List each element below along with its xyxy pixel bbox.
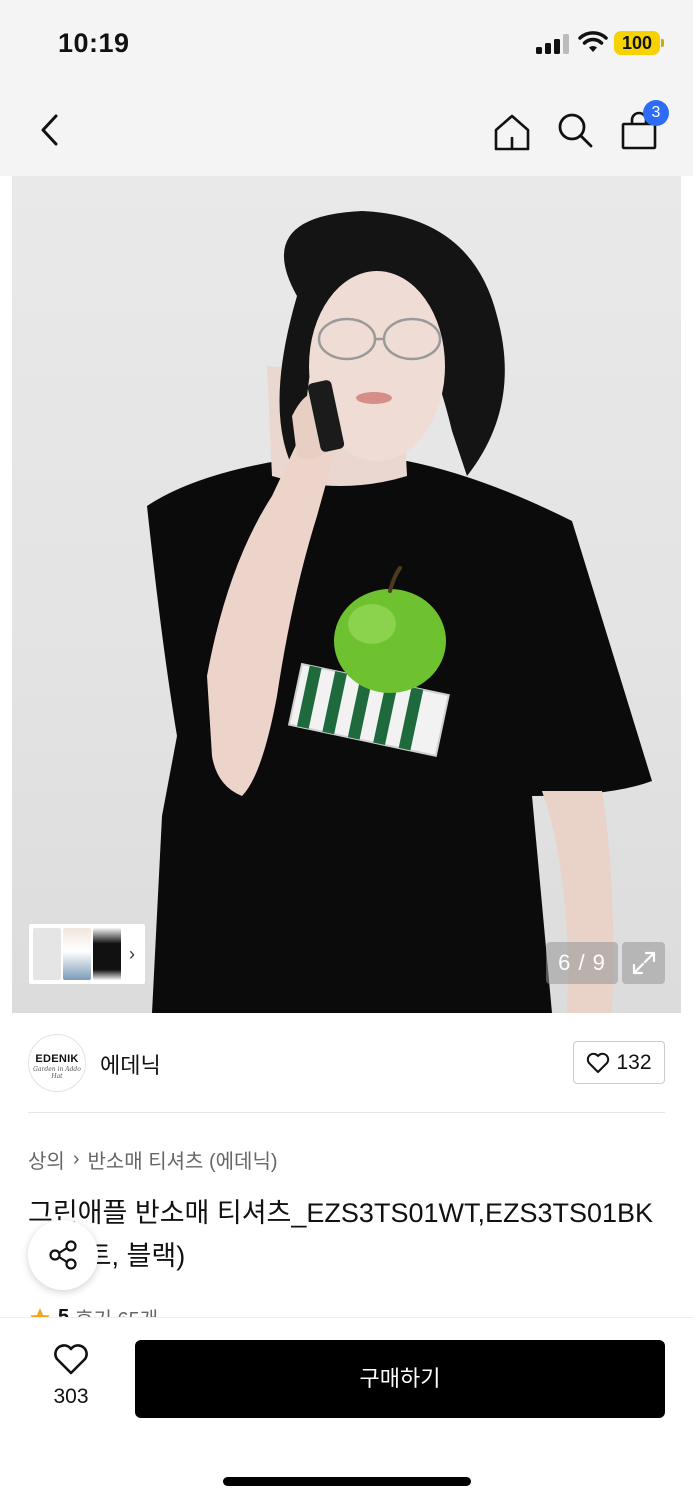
buy-button[interactable]: 구매하기 [135,1340,665,1418]
brand-logo[interactable]: EDENIK Garden in Addo Hat [28,1034,86,1092]
search-button[interactable] [551,106,599,154]
brand-like-button[interactable]: 132 [573,1041,665,1084]
brand-logo-subtext: Garden in Addo Hat [33,1066,81,1080]
brand-row: EDENIK Garden in Addo Hat 에데닉 132 [28,1032,665,1094]
brand-logo-text: EDENIK [35,1053,79,1065]
thumbnail[interactable] [33,928,61,980]
cart-button[interactable]: 3 [615,100,669,154]
brand-name[interactable]: 에데닉 [100,1048,161,1080]
product-image[interactable]: › 6 / 9 [12,176,681,1013]
home-icon [494,114,530,151]
heart-icon [54,1344,88,1375]
home-indicator [223,1477,471,1486]
cart-count-badge: 3 [643,100,669,126]
thumbnail-strip[interactable]: › [28,923,146,985]
bottom-action-bar: 303 구매하기 [0,1317,693,1500]
product-title: 그린애플 반소매 티셔츠_EZS3TS01WT,EZS3TS01BK (화이트,… [28,1198,654,1271]
search-icon [558,113,593,148]
divider [28,1112,665,1113]
wifi-icon [578,31,608,52]
breadcrumb-category[interactable]: 상의 [28,1145,65,1174]
chevron-right-icon: › [72,1148,80,1170]
top-nav: 3 [0,88,693,176]
image-page-counter: 6 / 9 [546,942,618,984]
wishlist-count: 303 [53,1385,89,1408]
brand-like-count: 132 [616,1050,652,1074]
home-button[interactable] [488,108,536,156]
wishlist-button[interactable]: 303 [34,1344,108,1414]
expand-image-button[interactable] [622,942,665,984]
back-arrow-icon [41,114,58,146]
breadcrumb-subcategory[interactable]: 반소매 티셔츠 (에데닉) [87,1145,277,1174]
status-bar: 10:19 100 [0,0,693,88]
heart-icon [587,1052,610,1073]
thumbnail[interactable] [63,928,91,980]
status-time: 10:19 [58,28,130,58]
back-button[interactable] [26,106,74,154]
thumbnail[interactable] [93,928,121,980]
expand-icon [632,951,655,975]
chevron-right-icon: › [129,943,135,964]
signal-icon [536,34,570,54]
battery-indicator: 100 [614,31,664,55]
breadcrumb: 상의 › 반소매 티셔츠 (에데닉) [28,1145,278,1174]
share-button[interactable] [28,1220,98,1290]
product-photo [147,211,652,1013]
share-icon [49,1240,77,1270]
